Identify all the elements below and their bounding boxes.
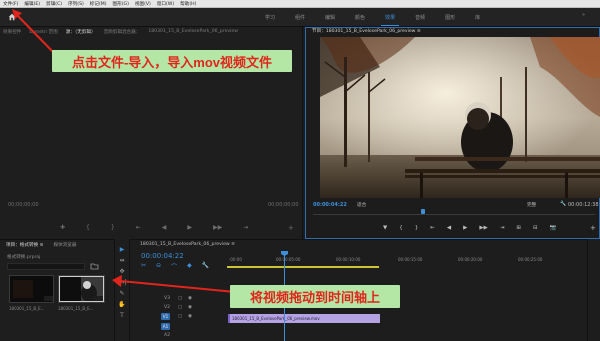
annotation-drag-note: 将视频拖动到时间轴上 <box>230 285 400 308</box>
premiere-window: 文件(F) 编辑(E) 剪辑(C) 序列(S) 标记(M) 图形(G) 视图(V… <box>0 0 600 341</box>
